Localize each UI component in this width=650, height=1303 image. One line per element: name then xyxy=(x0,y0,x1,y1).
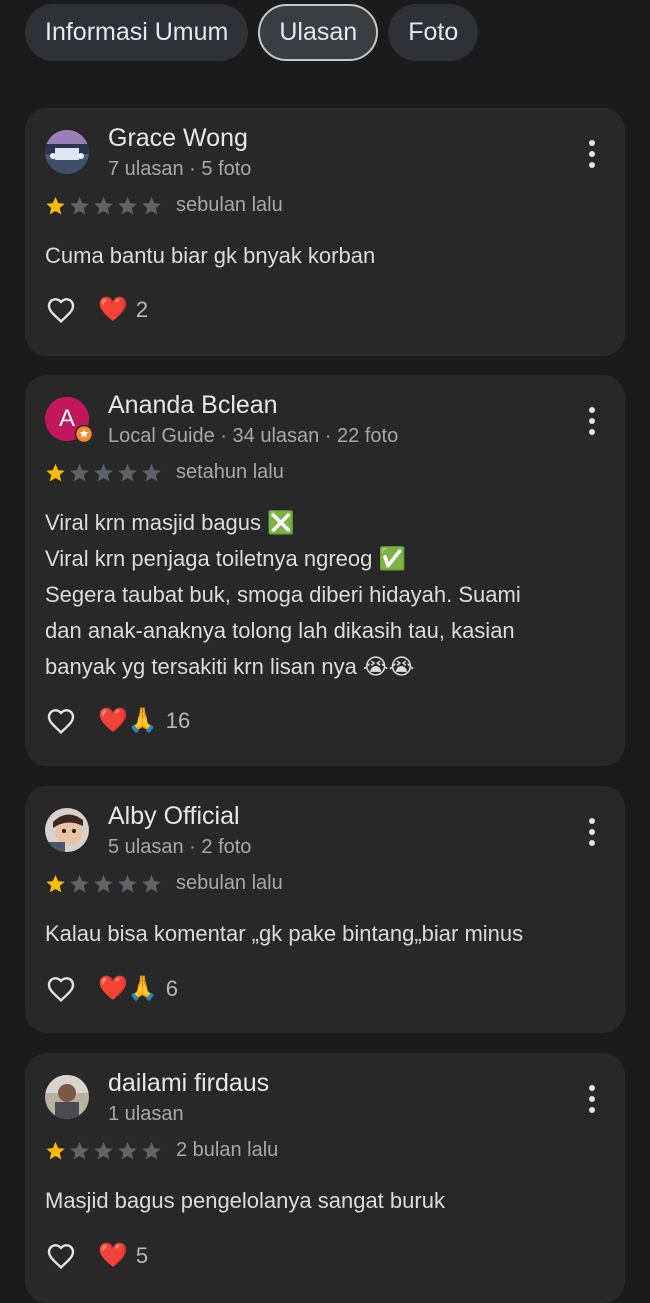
review-card: Grace Wong 7 ulasan · 5 foto sebulan lal… xyxy=(25,108,625,356)
reactions-summary[interactable]: ❤️🙏 16 xyxy=(98,708,190,734)
reaction-count: 2 xyxy=(135,297,149,322)
star-empty-icon xyxy=(118,196,137,214)
star-filled-icon xyxy=(46,196,65,214)
reviewer-name[interactable]: dailami firdaus xyxy=(108,1069,269,1098)
avatar[interactable]: A xyxy=(45,397,93,443)
review-line: Kalau bisa komentar „gk pake bintang„bia… xyxy=(45,921,524,946)
review-card: dailami firdaus 1 ulasan 2 bulan lalu Ma… xyxy=(25,1053,625,1303)
tab-ulasan[interactable]: Ulasan xyxy=(258,4,379,61)
avatar[interactable] xyxy=(45,808,89,852)
star-filled-icon xyxy=(46,874,65,892)
tab-bar: Informasi Umum Ulasan Foto xyxy=(25,4,479,61)
rating-row: sebulan lalu xyxy=(44,194,283,217)
star-empty-icon xyxy=(94,196,113,214)
star-empty-icon xyxy=(94,874,113,892)
review-text[interactable]: Viral krn masjid bagus ❎ Viral krn penja… xyxy=(45,505,605,685)
star-empty-icon xyxy=(142,1141,161,1159)
heart-outline-icon[interactable] xyxy=(44,1240,78,1272)
reviewer-meta: 5 ulasan · 2 foto xyxy=(108,836,252,858)
star-empty-icon xyxy=(118,463,137,481)
reaction-emojis: ❤️🙏 xyxy=(98,975,158,1002)
star-filled-icon xyxy=(46,1141,65,1159)
reactions-summary[interactable]: ❤️ 5 xyxy=(98,1243,148,1269)
star-empty-icon xyxy=(70,463,89,481)
avatar[interactable] xyxy=(45,1075,89,1119)
reviewer-meta: 7 ulasan · 5 foto xyxy=(108,158,252,180)
reviewer-name[interactable]: Ananda Bclean xyxy=(108,391,278,420)
local-guide-badge-icon xyxy=(75,425,93,443)
review-date: sebulan lalu xyxy=(176,872,283,894)
star-empty-icon xyxy=(118,1141,137,1159)
reaction-count: 16 xyxy=(165,708,191,733)
star-empty-icon xyxy=(70,874,89,892)
review-line: Segera taubat buk, smoga diberi hidayah.… xyxy=(45,582,521,607)
more-options-button[interactable] xyxy=(587,140,597,168)
reaction-count: 5 xyxy=(135,1243,149,1268)
star-rating xyxy=(44,462,163,484)
reviewer-name[interactable]: Alby Official xyxy=(108,802,240,831)
star-empty-icon xyxy=(70,1141,89,1159)
review-text[interactable]: Kalau bisa komentar „gk pake bintang„bia… xyxy=(45,916,605,952)
review-line: dan anak-anaknya tolong lah dikasih tau,… xyxy=(45,618,515,643)
review-card: Alby Official 5 ulasan · 2 foto sebulan … xyxy=(25,786,625,1033)
review-line: Masjid bagus pengelolanya sangat buruk xyxy=(45,1188,445,1213)
more-options-button[interactable] xyxy=(587,1085,597,1113)
review-line: Viral krn penjaga toiletnya ngreog ✅ xyxy=(45,546,406,571)
more-options-button[interactable] xyxy=(587,818,597,846)
reaction-emojis: ❤️🙏 xyxy=(98,707,158,734)
review-actions: ❤️ 2 xyxy=(44,294,148,326)
star-rating xyxy=(44,873,163,895)
star-empty-icon xyxy=(142,463,161,481)
heart-outline-icon[interactable] xyxy=(44,705,78,737)
avatar[interactable] xyxy=(45,130,89,174)
review-line: Viral krn masjid bagus ❎ xyxy=(45,510,295,535)
reaction-emojis: ❤️ xyxy=(98,1242,128,1269)
rating-row: 2 bulan lalu xyxy=(44,1139,278,1162)
star-empty-icon xyxy=(142,874,161,892)
star-filled-icon xyxy=(46,463,65,481)
star-empty-icon xyxy=(94,1141,113,1159)
review-actions: ❤️🙏 16 xyxy=(44,705,190,737)
star-empty-icon xyxy=(70,196,89,214)
rating-row: sebulan lalu xyxy=(44,872,283,895)
reviewer-meta: Local Guide · 34 ulasan · 22 foto xyxy=(108,425,399,447)
star-rating xyxy=(44,195,163,217)
review-date: 2 bulan lalu xyxy=(176,1139,279,1161)
review-actions: ❤️ 5 xyxy=(44,1240,148,1272)
star-rating xyxy=(44,1140,163,1162)
review-text[interactable]: Masjid bagus pengelolanya sangat buruk xyxy=(45,1183,605,1219)
review-text[interactable]: Cuma bantu biar gk bnyak korban xyxy=(45,238,605,274)
reviewer-name[interactable]: Grace Wong xyxy=(108,124,248,153)
star-empty-icon xyxy=(142,196,161,214)
heart-outline-icon[interactable] xyxy=(44,294,78,326)
rating-row: setahun lalu xyxy=(44,461,284,484)
review-line: banyak yg tersakiti krn lisan nya 😭😭 xyxy=(45,654,415,679)
review-card: A Ananda Bclean Local Guide · 34 ulasan … xyxy=(25,375,625,766)
review-line: Cuma bantu biar gk bnyak korban xyxy=(45,243,376,268)
reaction-count: 6 xyxy=(165,976,179,1001)
tab-foto[interactable]: Foto xyxy=(388,4,479,61)
tab-informasi-umum[interactable]: Informasi Umum xyxy=(25,4,249,61)
reviewer-meta: 1 ulasan xyxy=(108,1103,184,1125)
review-date: sebulan lalu xyxy=(176,194,283,216)
reactions-summary[interactable]: ❤️ 2 xyxy=(98,297,148,323)
star-empty-icon xyxy=(118,874,137,892)
reactions-summary[interactable]: ❤️🙏 6 xyxy=(98,976,178,1002)
review-actions: ❤️🙏 6 xyxy=(44,973,178,1005)
star-empty-icon xyxy=(94,463,113,481)
heart-outline-icon[interactable] xyxy=(44,973,78,1005)
more-options-button[interactable] xyxy=(587,407,597,435)
reaction-emojis: ❤️ xyxy=(98,296,128,323)
review-date: setahun lalu xyxy=(176,461,284,483)
